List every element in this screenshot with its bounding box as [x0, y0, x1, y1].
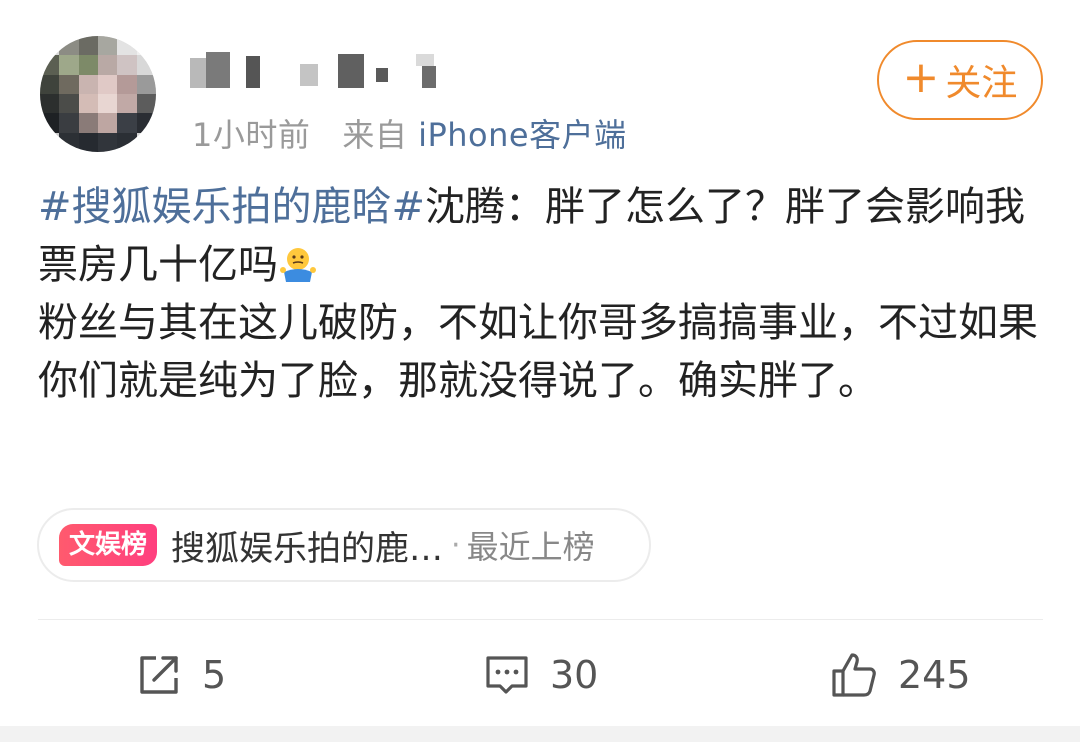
follow-button[interactable]: + 关注	[877, 40, 1043, 120]
shrug-emoji-icon	[280, 248, 316, 282]
divider	[38, 619, 1043, 620]
like-count: 245	[898, 653, 971, 697]
post-time: 1小时前	[192, 116, 311, 154]
avatar-mosaic	[40, 36, 156, 152]
avatar[interactable]	[40, 36, 156, 152]
hot-search-chip[interactable]: 文娱榜 搜狐娱乐拍的鹿… · 最近上榜	[37, 508, 651, 582]
hot-badge: 文娱榜	[59, 524, 158, 566]
post-source[interactable]: iPhone客户端	[418, 116, 627, 154]
post-content: #搜狐娱乐拍的鹿晗#沈腾：胖了怎么了？胖了会影响我票房几十亿吗 粉丝与其在这儿破…	[38, 178, 1048, 410]
hot-status: 最近上榜	[466, 528, 595, 566]
thumbs-up-icon	[832, 653, 876, 697]
post-meta: 1小时前 来自 iPhone客户端	[192, 110, 627, 156]
follow-label: 关注	[945, 63, 1018, 104]
hot-separator: ·	[451, 527, 461, 563]
hashtag-link[interactable]: #搜狐娱乐拍的鹿晗#	[38, 184, 425, 230]
repost-button[interactable]: 5	[136, 640, 226, 710]
username-redacted[interactable]	[190, 44, 450, 100]
like-button[interactable]: 245	[830, 640, 971, 710]
repost-icon	[140, 656, 178, 694]
plus-icon: +	[902, 52, 940, 103]
source-prefix: 来自	[342, 116, 408, 154]
comment-icon	[486, 656, 528, 694]
action-bar: 5 30 245	[0, 640, 1080, 710]
post-text-body: 粉丝与其在这儿破防，不如让你哥多搞搞事业，不过如果你们就是纯为了脸，那就没得说了…	[38, 300, 1038, 404]
bottom-separator	[0, 726, 1080, 742]
comment-count: 30	[550, 653, 599, 697]
weibo-post: 1小时前 来自 iPhone客户端 + 关注 #搜狐娱乐拍的鹿晗#沈腾：胖了怎么…	[0, 0, 1080, 742]
repost-count: 5	[202, 653, 227, 697]
hot-title: 搜狐娱乐拍的鹿…	[171, 528, 444, 569]
comment-button[interactable]: 30	[484, 640, 598, 710]
